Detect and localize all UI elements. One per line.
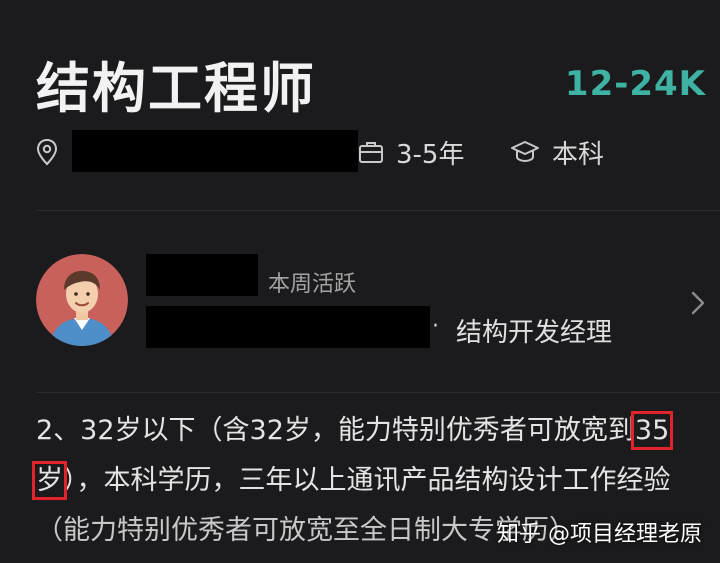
chevron-right-icon[interactable] <box>690 290 706 320</box>
recruiter-card[interactable]: 本周活跃 · 结构开发经理 <box>0 230 720 380</box>
zhihu-watermark: 知乎 @项目经理老原 <box>497 522 702 547</box>
separator-dot: · <box>432 314 439 339</box>
salary-range: 12-24K <box>564 64 706 104</box>
location-pin-icon <box>36 138 58 170</box>
graduation-cap-icon <box>510 139 540 167</box>
job-detail-page: 结构工程师 12-24K 3-5年 本科 本周活跃 · 结构开发经理 2、32岁… <box>0 0 720 563</box>
highlighted-age: 35 <box>630 411 674 450</box>
recruiter-role: 结构开发经理 <box>456 318 613 348</box>
description-line: 岁），本科学历，三年以上通讯产品结构设计工作经验 <box>32 456 716 506</box>
redacted-company-name <box>146 306 430 348</box>
recruiter-avatar <box>36 254 128 346</box>
active-status: 本周活跃 <box>268 272 357 297</box>
divider <box>36 392 720 393</box>
experience-requirement: 3-5年 <box>396 140 465 170</box>
description-text: （能力特别优秀者可放宽至全日制大专学历） <box>36 515 576 546</box>
job-title: 结构工程师 <box>36 57 316 120</box>
redacted-location <box>72 130 358 172</box>
redacted-recruiter-name <box>146 254 258 296</box>
divider <box>36 210 720 211</box>
education-requirement: 本科 <box>552 140 605 170</box>
job-meta-row: 3-5年 本科 <box>36 128 706 174</box>
description-line: 2、32岁以下（含32岁，能力特别优秀者可放宽到35 <box>36 406 716 456</box>
highlighted-age-unit: 岁 <box>32 461 67 500</box>
briefcase-icon <box>358 140 384 168</box>
description-text: ），本科学历，三年以上通讯产品结构设计工作经验 <box>63 465 671 496</box>
description-text: 2、32岁以下（含32岁，能力特别优秀者可放宽到 <box>36 415 635 446</box>
